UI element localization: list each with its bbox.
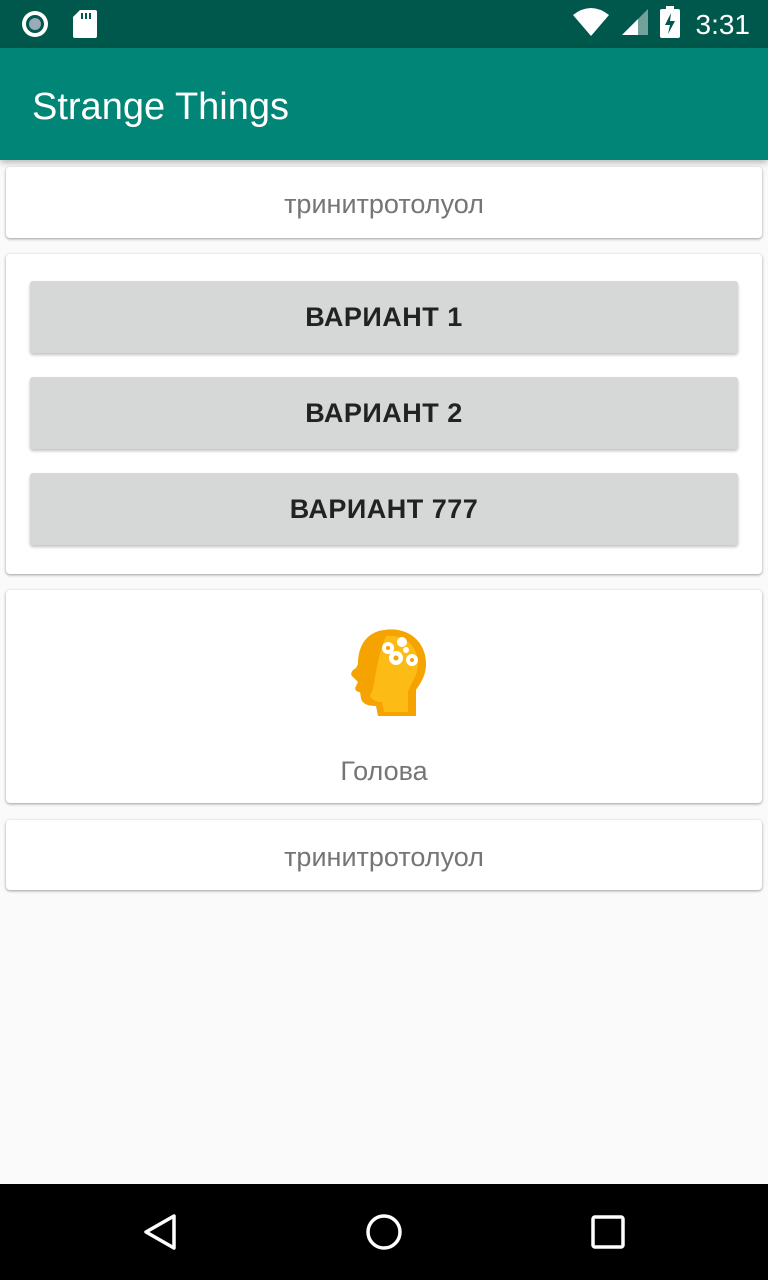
- signal-icon: [620, 7, 650, 42]
- back-icon[interactable]: [112, 1184, 208, 1280]
- sd-card-icon: [72, 9, 98, 44]
- clock: 3:31: [695, 8, 751, 40]
- home-icon[interactable]: [336, 1184, 432, 1280]
- options-card: ВАРИАНТ 1 ВАРИАНТ 2 ВАРИАНТ 777: [6, 254, 762, 574]
- wifi-icon: [572, 7, 610, 42]
- navigation-bar: [0, 1184, 768, 1280]
- option-1-button[interactable]: ВАРИАНТ 1: [30, 281, 738, 353]
- head-gears-icon: [346, 626, 432, 723]
- app-title: Strange Things: [32, 86, 290, 128]
- text-card-bottom: тринитротолуол: [6, 820, 762, 890]
- image-caption: Голова: [340, 756, 428, 786]
- option-777-button[interactable]: ВАРИАНТ 777: [30, 473, 738, 545]
- status-bar: 3:31: [0, 0, 768, 48]
- image-card: Голова: [6, 590, 762, 803]
- text-card-bottom-label: тринитротолуол: [284, 842, 484, 872]
- app-bar: Strange Things: [0, 48, 768, 160]
- text-card-top: тринитротолуол: [6, 167, 762, 238]
- battery-charging-icon: [659, 6, 680, 43]
- record-icon: [20, 9, 50, 44]
- option-2-button[interactable]: ВАРИАНТ 2: [30, 377, 738, 449]
- text-card-top-label: тринитротолуол: [284, 189, 484, 219]
- recents-icon[interactable]: [560, 1184, 656, 1280]
